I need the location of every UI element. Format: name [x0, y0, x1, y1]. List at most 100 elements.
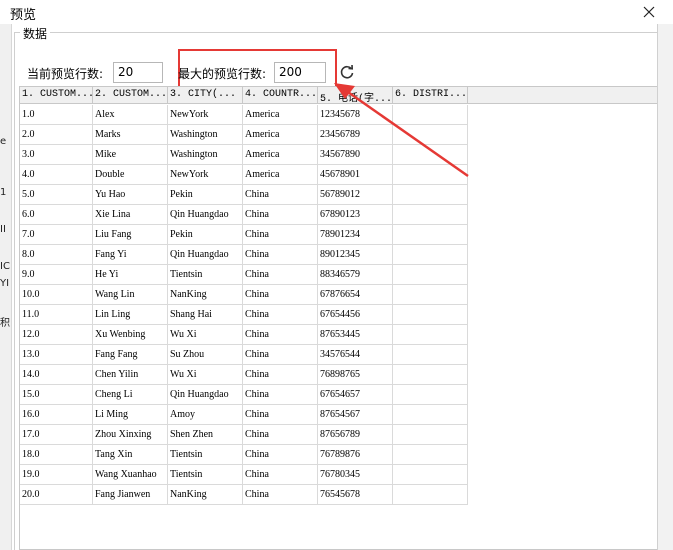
table-row[interactable]: 9.0 He Yi Tientsin China 88346579 [20, 265, 469, 285]
table-cell: Xie Lina [93, 205, 168, 225]
table-row[interactable]: 2.0 Marks Washington America 23456789 [20, 125, 469, 145]
table-cell: 56789012 [318, 185, 393, 205]
table-cell: 67876654 [318, 285, 393, 305]
close-button[interactable] [634, 0, 664, 24]
table-row[interactable]: 11.0 Lin Ling Shang Hai China 67654456 [20, 305, 469, 325]
table-cell: Liu Fang [93, 225, 168, 245]
table-cell [393, 165, 468, 185]
title-bar: 预览 [0, 0, 673, 24]
table-cell: China [243, 225, 318, 245]
background-text: IC [0, 261, 10, 272]
table-row[interactable]: 10.0 Wang Lin NanKing China 67876654 [20, 285, 469, 305]
table-row[interactable]: 6.0 Xie Lina Qin Huangdao China 67890123 [20, 205, 469, 225]
table-cell: 67654456 [318, 305, 393, 325]
table-cell: 6.0 [20, 205, 93, 225]
refresh-icon [340, 64, 354, 79]
table-cell: NewYork [168, 165, 243, 185]
table-cell: China [243, 325, 318, 345]
group-legend: 数据 [20, 25, 51, 42]
table-cell [393, 245, 468, 265]
table-row[interactable]: 7.0 Liu Fang Pekin China 78901234 [20, 225, 469, 245]
table-row[interactable]: 5.0 Yu Hao Pekin China 56789012 [20, 185, 469, 205]
table-cell: Shang Hai [168, 305, 243, 325]
table-row[interactable]: 4.0 Double NewYork America 45678901 [20, 165, 469, 185]
table-row[interactable]: 3.0 Mike Washington America 34567890 [20, 145, 469, 165]
column-header[interactable]: 4. COUNTR... [243, 87, 318, 103]
preview-table: 1. CUSTOM... 2. CUSTOM... 3. CITY(... 4. CO… [19, 86, 666, 550]
table-cell: Cheng Li [93, 385, 168, 405]
table-row[interactable]: 8.0 Fang Yi Qin Huangdao China 89012345 [20, 245, 469, 265]
table-cell: NanKing [168, 485, 243, 505]
table-cell: Washington [168, 145, 243, 165]
table-row[interactable]: 13.0 Fang Fang Su Zhou China 34576544 [20, 345, 469, 365]
table-cell: 76898765 [318, 365, 393, 385]
table-cell: Chen Yilin [93, 365, 168, 385]
table-cell: 87653445 [318, 325, 393, 345]
table-cell: Pekin [168, 185, 243, 205]
table-row[interactable]: 14.0 Chen Yilin Wu Xi China 76898765 [20, 365, 469, 385]
table-cell: China [243, 465, 318, 485]
preview-dialog: 数据 当前预览行数: 20 最大的预览行数: 200 1. CUSTOM... 2… [12, 24, 673, 550]
table-cell: Su Zhou [168, 345, 243, 365]
table-cell [393, 105, 468, 125]
table-cell [393, 265, 468, 285]
table-cell: 88346579 [318, 265, 393, 285]
background-text: 积 [0, 318, 10, 329]
table-cell: Wang Lin [93, 285, 168, 305]
table-cell: 23456789 [318, 125, 393, 145]
table-cell: 19.0 [20, 465, 93, 485]
column-header[interactable]: 3. CITY(... [168, 87, 243, 103]
scrollbar[interactable] [657, 24, 673, 550]
current-rows-field[interactable]: 20 [113, 62, 163, 83]
table-cell: 67890123 [318, 205, 393, 225]
table-row[interactable]: 1.0 Alex NewYork America 12345678 [20, 105, 469, 125]
table-cell: China [243, 425, 318, 445]
table-cell: Lin Ling [93, 305, 168, 325]
table-cell: China [243, 245, 318, 265]
table-header: 1. CUSTOM... 2. CUSTOM... 3. CITY(... 4. CO… [20, 87, 665, 104]
table-cell: Washington [168, 125, 243, 145]
table-cell: Li Ming [93, 405, 168, 425]
table-cell: 4.0 [20, 165, 93, 185]
table-cell: 45678901 [318, 165, 393, 185]
column-header[interactable]: 1. CUSTOM... [20, 87, 93, 103]
table-row[interactable]: 16.0 Li Ming Amoy China 87654567 [20, 405, 469, 425]
refresh-button[interactable] [338, 63, 356, 81]
table-cell: Amoy [168, 405, 243, 425]
table-cell: 16.0 [20, 405, 93, 425]
column-header[interactable]: 5. 电话(字... [318, 87, 393, 103]
table-cell: 20.0 [20, 485, 93, 505]
table-cell: China [243, 365, 318, 385]
table-cell: 11.0 [20, 305, 93, 325]
table-cell [393, 305, 468, 325]
table-row[interactable]: 20.0 Fang Jianwen NanKing China 76545678 [20, 485, 469, 505]
table-row[interactable]: 12.0 Xu Wenbing Wu Xi China 87653445 [20, 325, 469, 345]
current-rows-label: 当前预览行数: [27, 67, 104, 81]
table-cell: China [243, 305, 318, 325]
table-cell: China [243, 385, 318, 405]
table-cell: China [243, 265, 318, 285]
table-cell: 9.0 [20, 265, 93, 285]
table-cell: Tientsin [168, 265, 243, 285]
table-cell: 2.0 [20, 125, 93, 145]
column-header[interactable]: 2. CUSTOM... [93, 87, 168, 103]
table-cell: 12345678 [318, 105, 393, 125]
table-cell [393, 225, 468, 245]
table-cell: 76545678 [318, 485, 393, 505]
column-header[interactable]: 6. DISTRI... [393, 87, 468, 103]
table-cell: 8.0 [20, 245, 93, 265]
table-cell: China [243, 405, 318, 425]
table-row[interactable]: 18.0 Tang Xin Tientsin China 76789876 [20, 445, 469, 465]
table-cell: 76780345 [318, 465, 393, 485]
table-cell [393, 405, 468, 425]
table-row[interactable]: 15.0 Cheng Li Qin Huangdao China 67654657 [20, 385, 469, 405]
table-cell: America [243, 165, 318, 185]
table-cell: 34567890 [318, 145, 393, 165]
table-row[interactable]: 19.0 Wang Xuanhao Tientsin China 76780345 [20, 465, 469, 485]
table-cell: 10.0 [20, 285, 93, 305]
max-rows-field[interactable]: 200 [274, 62, 326, 83]
table-cell: 18.0 [20, 445, 93, 465]
background-text: YI [0, 278, 10, 289]
table-cell: Qin Huangdao [168, 205, 243, 225]
table-row[interactable]: 17.0 Zhou Xinxing Shen Zhen China 87656789 [20, 425, 469, 445]
